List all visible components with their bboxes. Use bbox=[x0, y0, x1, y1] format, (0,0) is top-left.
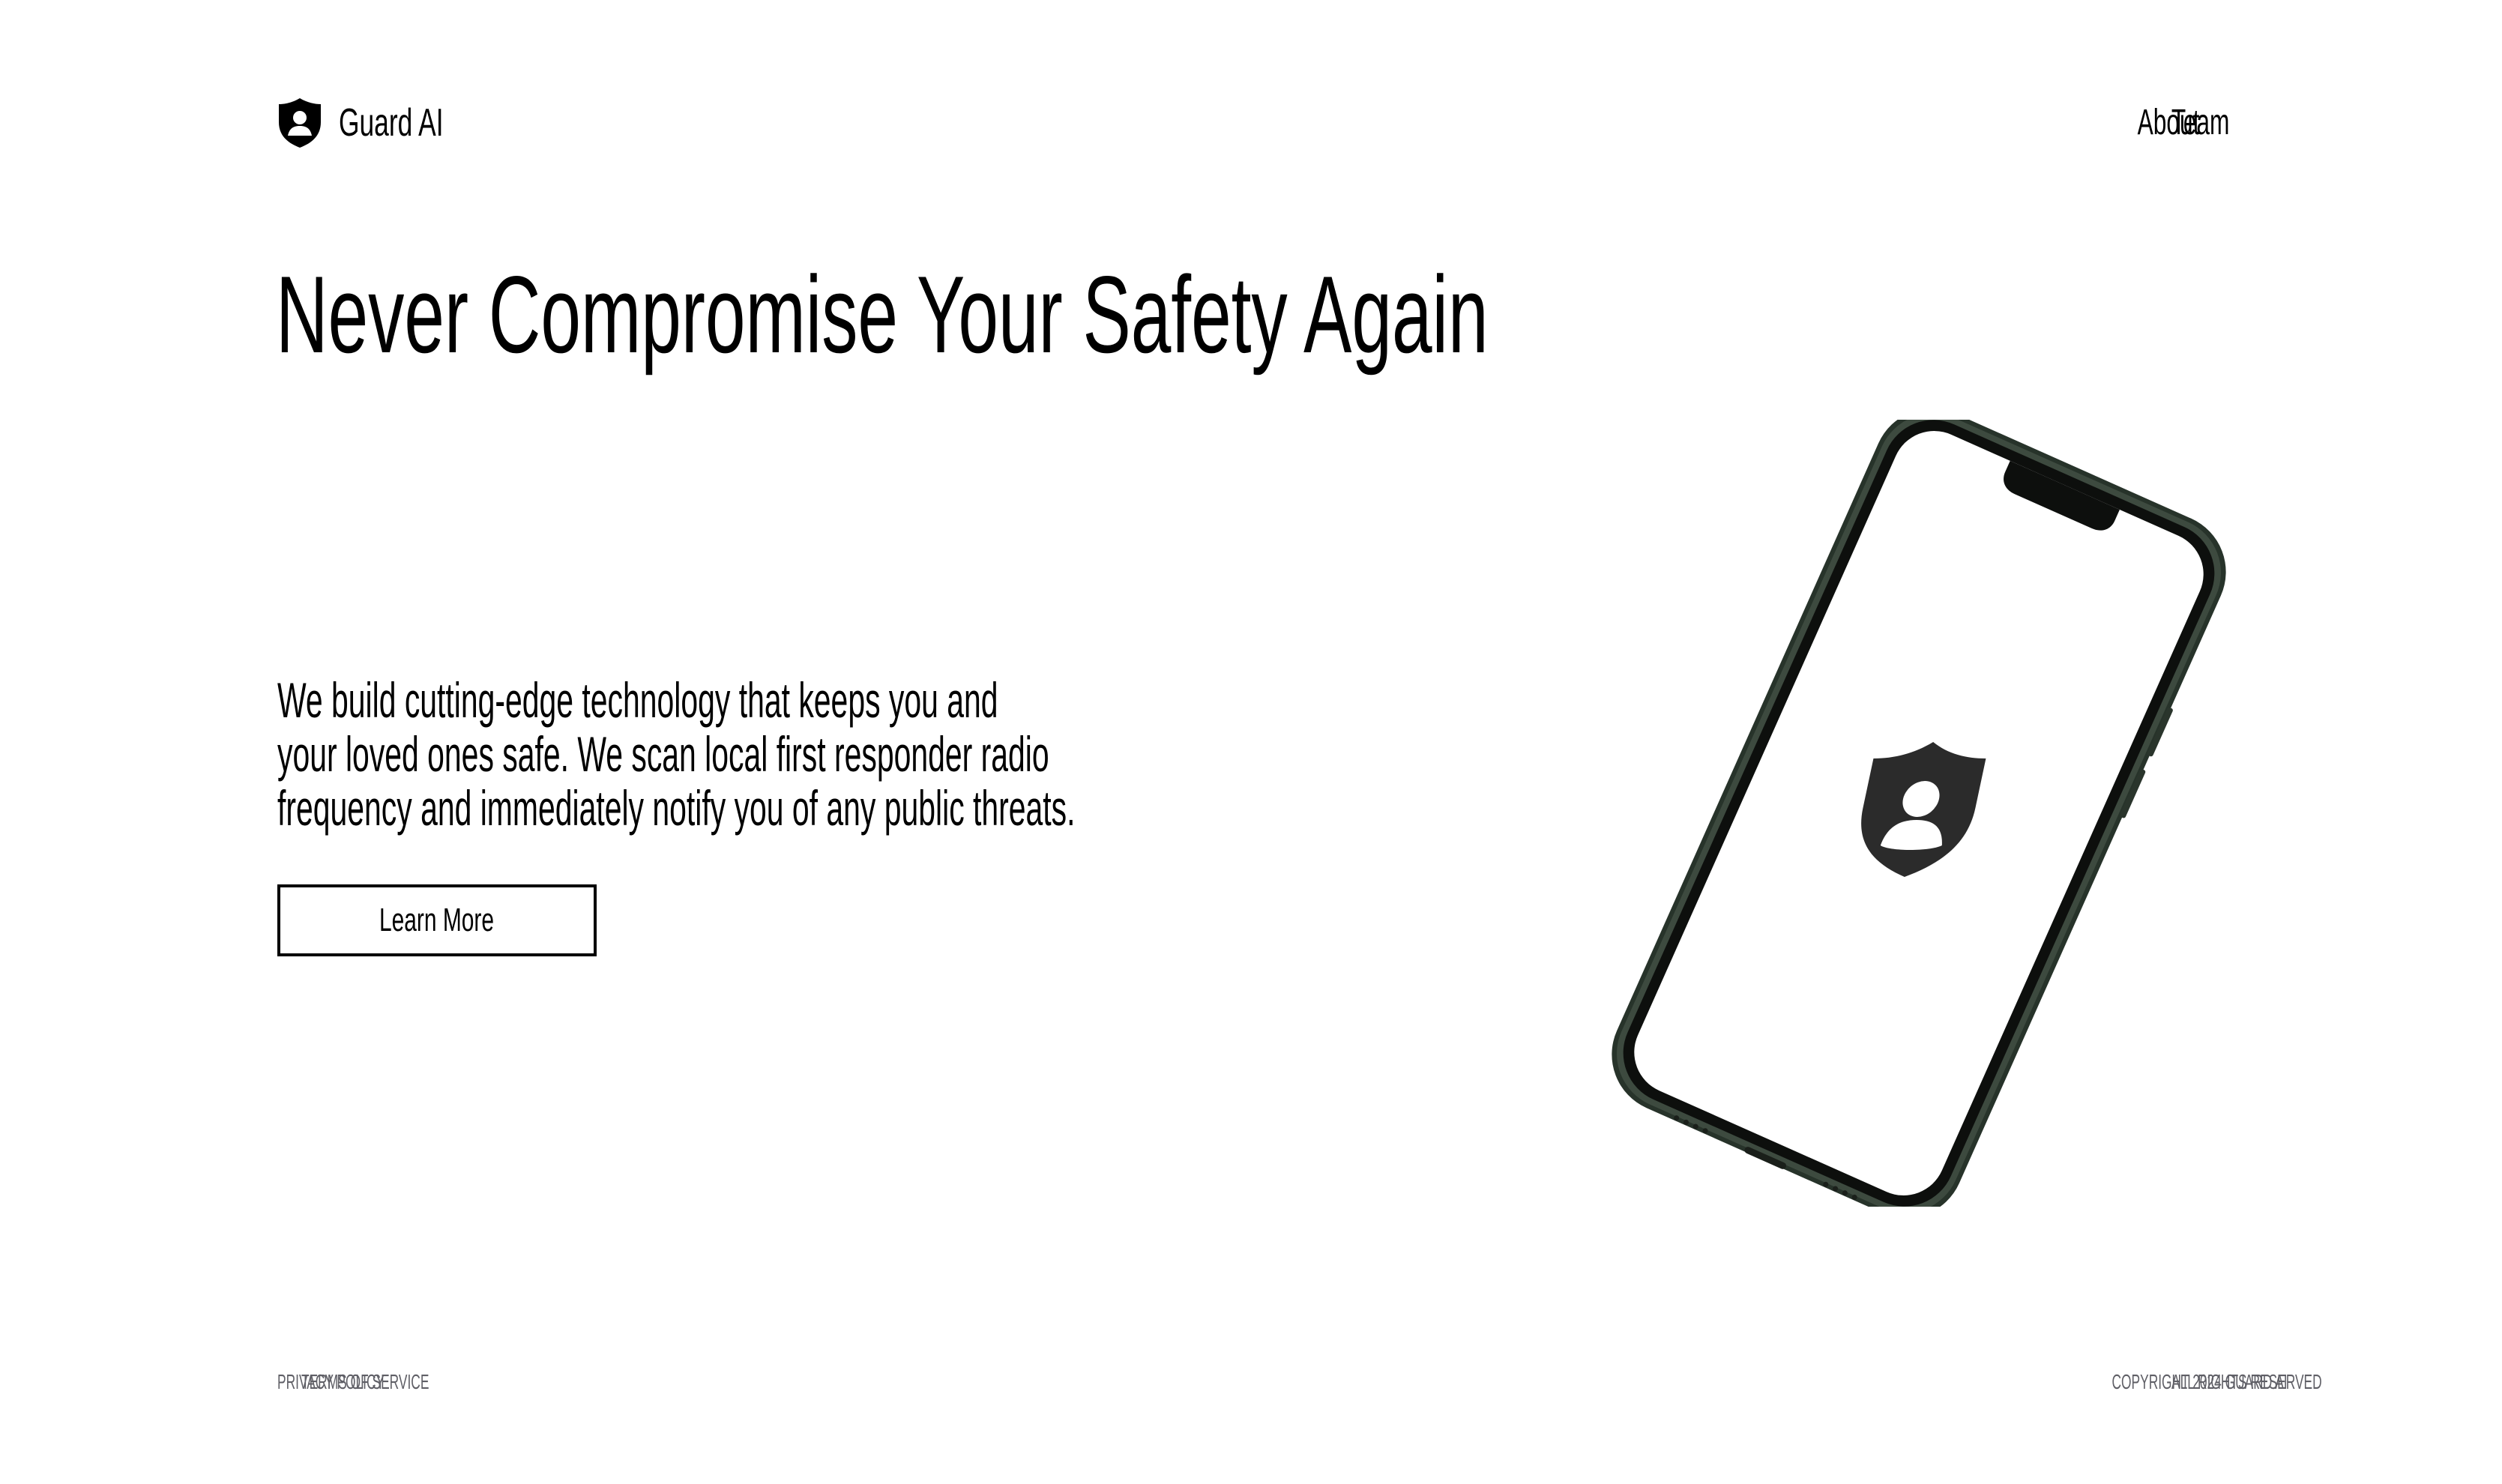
brand-name: Guard AI bbox=[339, 101, 444, 145]
learn-more-label: Learn More bbox=[379, 902, 495, 938]
site-footer: PRIVACY POLICY TERMS OF SERVICE COPYRIGH… bbox=[277, 1364, 2322, 1400]
hero-title: Never Compromise Your Safety Again bbox=[276, 253, 1489, 375]
phone-mockup bbox=[1612, 420, 2226, 1207]
shield-user-icon bbox=[279, 98, 321, 148]
hero-description-line: We build cutting-edge technology that ke… bbox=[277, 672, 998, 728]
hero-description-line: your loved ones safe. We scan local firs… bbox=[277, 726, 1049, 782]
site-header: Guard AI About Team bbox=[277, 93, 2229, 153]
main-nav: About Team bbox=[2105, 93, 2229, 153]
brand-logo[interactable]: Guard AI bbox=[277, 93, 492, 153]
nav-team-label: Team bbox=[2171, 103, 2229, 142]
hero-description-line: frequency and immediately notify you of … bbox=[277, 780, 1076, 836]
hero-description: We build cutting-edge technology that ke… bbox=[277, 673, 1114, 835]
footer-links: PRIVACY POLICY TERMS OF SERVICE bbox=[277, 1364, 451, 1400]
terms-of-service-label: TERMS OF SERVICE bbox=[301, 1370, 429, 1393]
footer-legal: COPYRIGHT 2024 GUARD AI ALL RIGHTS RESER… bbox=[2004, 1364, 2321, 1400]
rights-label: ALL RIGHTS RESERVED bbox=[2171, 1370, 2322, 1393]
landing-page: Guard AI About Team Never Compromise You… bbox=[0, 0, 2502, 1484]
learn-more-button[interactable]: Learn More bbox=[277, 884, 597, 956]
terms-of-service-link[interactable]: TERMS OF SERVICE bbox=[301, 1364, 451, 1400]
